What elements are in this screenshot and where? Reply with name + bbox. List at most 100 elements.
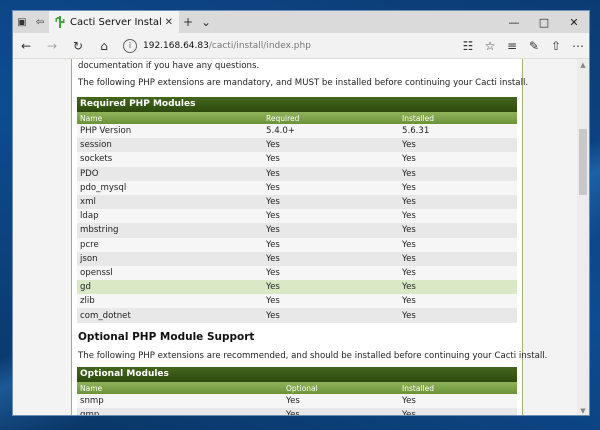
module-installed-cell: Yes — [399, 180, 517, 195]
module-required-cell: Yes — [263, 280, 399, 295]
table-row: sockets Yes Yes — [77, 152, 517, 167]
module-name-cell: openssl — [77, 265, 263, 281]
module-required-cell: Yes — [263, 152, 399, 167]
chevron-down-icon[interactable]: ⌄ — [197, 11, 215, 33]
pen-icon[interactable]: ✎ — [523, 39, 545, 53]
forward-icon[interactable]: → — [39, 39, 65, 53]
table-row: snmp Yes Yes — [77, 394, 517, 409]
table-row: com_dotnet Yes Yes — [77, 308, 517, 323]
module-name-cell: sockets — [77, 152, 263, 167]
module-installed-cell: Yes — [399, 138, 517, 153]
tab-bar: ▣ ⇦ Cacti Server Installation ✕ + ⌄ — □ … — [13, 11, 589, 33]
module-optional-cell: Yes — [283, 408, 399, 415]
tab-preview-icon[interactable]: ▣ — [13, 11, 31, 33]
module-required-cell: Yes — [263, 166, 399, 181]
tab-cacti-install[interactable]: Cacti Server Installation ✕ — [49, 11, 179, 33]
module-name-cell: com_dotnet — [77, 308, 263, 323]
module-required-cell: Yes — [263, 308, 399, 323]
table-row: xml Yes Yes — [77, 194, 517, 210]
module-installed-cell: Yes — [399, 308, 517, 323]
module-required-cell: Yes — [263, 265, 399, 281]
module-required-cell: Yes — [263, 223, 399, 238]
url-host: 192.168.64.83 — [143, 40, 209, 51]
required-modules-table: Required PHP Modules Name Required Insta… — [77, 97, 517, 323]
module-required-cell: Yes — [263, 138, 399, 153]
module-installed-cell: Yes — [399, 251, 517, 266]
cacti-favicon-icon — [55, 16, 65, 28]
module-name-cell: gd — [77, 280, 263, 295]
table-row: ldap Yes Yes — [77, 209, 517, 224]
module-name-cell: pcre — [77, 237, 263, 252]
module-name-cell: snmp — [77, 394, 283, 409]
close-tab-icon[interactable]: ✕ — [165, 17, 173, 28]
address-bar[interactable]: i 192.168.64.83/cacti/install/index.php — [123, 36, 451, 55]
navigation-bar: ← → ↻ ⌂ i 192.168.64.83/cacti/install/in… — [13, 33, 589, 59]
table-row: json Yes Yes — [77, 251, 517, 266]
module-name-cell: PHP Version — [77, 124, 263, 139]
home-icon[interactable]: ⌂ — [91, 39, 117, 53]
col-name-header: Name — [77, 112, 263, 124]
module-installed-cell: Yes — [399, 280, 517, 295]
table-row: mbstring Yes Yes — [77, 223, 517, 238]
new-tab-icon[interactable]: + — [179, 11, 197, 33]
minimize-icon[interactable]: — — [499, 11, 529, 33]
module-required-cell: 5.4.0+ — [263, 124, 399, 139]
module-name-cell: PDO — [77, 166, 263, 181]
reading-view-icon[interactable]: ☷ — [457, 39, 479, 53]
table-row: gmp Yes Yes — [77, 408, 517, 415]
module-installed-cell: Yes — [399, 294, 517, 309]
module-installed-cell: Yes — [399, 152, 517, 167]
col-optional-header: Optional — [283, 382, 399, 394]
module-name-cell: session — [77, 138, 263, 153]
module-required-cell: Yes — [263, 180, 399, 195]
table-row: pcre Yes Yes — [77, 237, 517, 252]
module-required-cell: Yes — [263, 194, 399, 210]
table-row: zlib Yes Yes — [77, 294, 517, 309]
intro-partial-text: documentation if you have any questions. — [78, 61, 260, 71]
required-modules-title: Required PHP Modules — [77, 97, 517, 112]
table-row: openssl Yes Yes — [77, 265, 517, 281]
table-row: pdo_mysql Yes Yes — [77, 180, 517, 195]
install-page: documentation if you have any questions.… — [71, 59, 547, 415]
module-installed-cell: Yes — [399, 194, 517, 210]
table-row: gd Yes Yes — [77, 280, 517, 295]
required-intro-text: The following PHP extensions are mandato… — [78, 78, 529, 88]
table-row: session Yes Yes — [77, 138, 517, 153]
optional-modules-table: Optional Modules Name Optional Installed… — [77, 367, 517, 415]
module-name-cell: json — [77, 251, 263, 266]
module-required-cell: Yes — [263, 209, 399, 224]
module-name-cell: ldap — [77, 209, 263, 224]
scroll-up-icon[interactable]: ▲ — [577, 61, 589, 69]
set-aside-tabs-icon[interactable]: ⇦ — [31, 11, 49, 33]
favorite-star-icon[interactable]: ☆ — [479, 39, 501, 53]
maximize-icon[interactable]: □ — [529, 11, 559, 33]
info-icon[interactable]: i — [123, 38, 137, 53]
module-name-cell: zlib — [77, 294, 263, 309]
module-installed-cell: Yes — [399, 209, 517, 224]
scrollbar-thumb[interactable] — [579, 129, 587, 195]
optional-modules-title: Optional Modules — [77, 367, 517, 382]
more-icon[interactable]: ⋯ — [567, 39, 589, 53]
module-installed-cell: Yes — [399, 223, 517, 238]
module-name-cell: pdo_mysql — [77, 180, 263, 195]
module-name-cell: xml — [77, 194, 263, 210]
module-installed-cell: Yes — [399, 394, 517, 409]
favorites-hub-icon[interactable]: ≡ — [501, 39, 523, 53]
back-icon[interactable]: ← — [13, 39, 39, 53]
scroll-down-icon[interactable]: ▼ — [577, 407, 589, 415]
close-window-icon[interactable]: ✕ — [559, 11, 589, 33]
module-name-cell: gmp — [77, 408, 283, 415]
module-installed-cell: Yes — [399, 265, 517, 281]
tab-title: Cacti Server Installation — [70, 16, 161, 28]
module-installed-cell: 5.6.31 — [399, 124, 517, 139]
vertical-scrollbar[interactable]: ▲ ▼ — [577, 59, 589, 415]
module-name-cell: mbstring — [77, 223, 263, 238]
optional-heading: Optional PHP Module Support — [78, 331, 255, 343]
table-row: PDO Yes Yes — [77, 166, 517, 181]
col-name-header: Name — [77, 382, 283, 394]
share-icon[interactable]: ⇧ — [545, 39, 567, 53]
page-viewport: documentation if you have any questions.… — [13, 59, 579, 415]
module-installed-cell: Yes — [399, 166, 517, 181]
refresh-icon[interactable]: ↻ — [65, 39, 91, 53]
col-installed-header: Installed — [399, 112, 517, 124]
